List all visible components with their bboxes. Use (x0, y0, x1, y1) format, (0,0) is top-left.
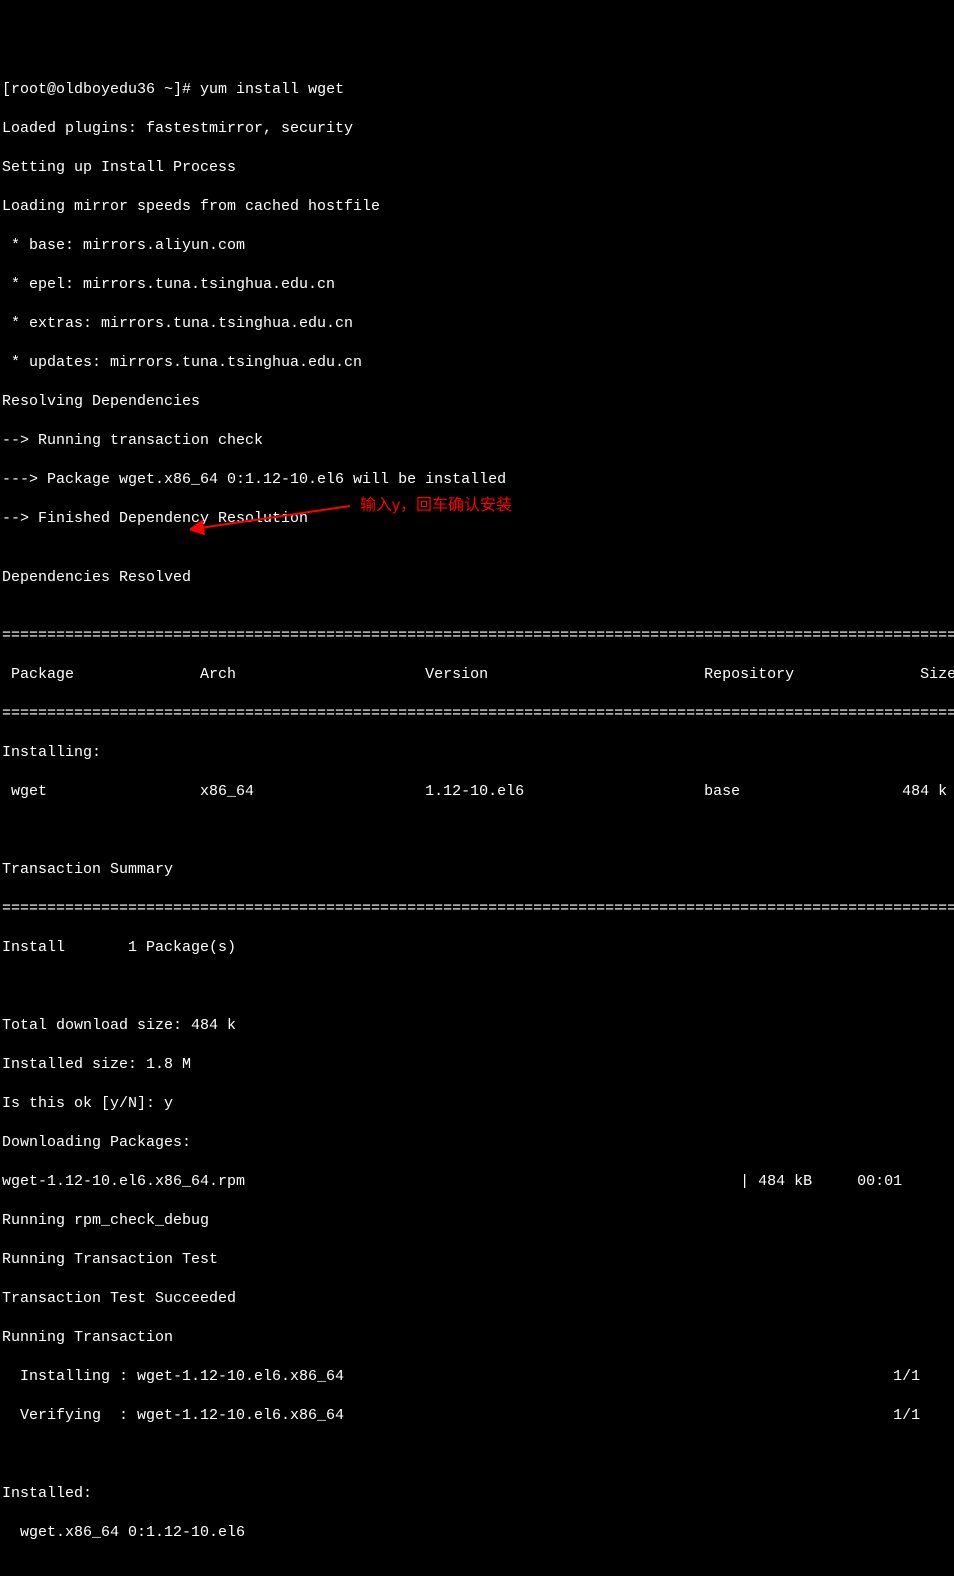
output-line: Resolving Dependencies (2, 392, 952, 412)
output-line: Dependencies Resolved (2, 568, 952, 588)
command: yum install wget (200, 81, 344, 98)
hr-line: ========================================… (2, 626, 952, 646)
installing-label: Installing: (2, 743, 952, 763)
installed-pkg: wget.x86_64 0:1.12-10.el6 (2, 1523, 952, 1543)
table-row: wget x86_64 1.12-10.el6 base 484 k (2, 782, 952, 802)
verify-step: Verifying : wget-1.12-10.el6.x86_64 1/1 (2, 1406, 952, 1426)
output-line: * extras: mirrors.tuna.tsinghua.edu.cn (2, 314, 952, 334)
hr-line: ========================================… (2, 704, 952, 724)
output-line: * updates: mirrors.tuna.tsinghua.edu.cn (2, 353, 952, 373)
prompt: [root@oldboyedu36 ~]# (2, 81, 200, 98)
output-line: * epel: mirrors.tuna.tsinghua.edu.cn (2, 275, 952, 295)
blank-line (2, 1445, 952, 1465)
terminal-prompt-line[interactable]: [root@oldboyedu36 ~]# yum install wget (2, 80, 952, 100)
output-line: Loading mirror speeds from cached hostfi… (2, 197, 952, 217)
output-line: Loaded plugins: fastestmirror, security (2, 119, 952, 139)
output-line: --> Running transaction check (2, 431, 952, 451)
output-line: Running Transaction (2, 1328, 952, 1348)
blank-line (2, 977, 952, 997)
output-line: * base: mirrors.aliyun.com (2, 236, 952, 256)
install-count: Install 1 Package(s) (2, 938, 952, 958)
installed-label: Installed: (2, 1484, 952, 1504)
summary-label: Transaction Summary (2, 860, 952, 880)
rpm-download-line: wget-1.12-10.el6.x86_64.rpm | 484 kB 00:… (2, 1172, 952, 1192)
installed-size: Installed size: 1.8 M (2, 1055, 952, 1075)
blank-line (2, 1562, 952, 1576)
output-line: Running rpm_check_debug (2, 1211, 952, 1231)
output-line: --> Finished Dependency Resolution (2, 509, 952, 529)
table-header: Package Arch Version Repository Size (2, 665, 952, 685)
output-line: Setting up Install Process (2, 158, 952, 178)
output-line: ---> Package wget.x86_64 0:1.12-10.el6 w… (2, 470, 952, 490)
blank-line (2, 821, 952, 841)
output-line: Running Transaction Test (2, 1250, 952, 1270)
downloading-label: Downloading Packages: (2, 1133, 952, 1153)
confirm-prompt[interactable]: Is this ok [y/N]: y (2, 1094, 952, 1114)
install-step: Installing : wget-1.12-10.el6.x86_64 1/1 (2, 1367, 952, 1387)
hr-line: ========================================… (2, 899, 952, 919)
download-size: Total download size: 484 k (2, 1016, 952, 1036)
output-line: Transaction Test Succeeded (2, 1289, 952, 1309)
